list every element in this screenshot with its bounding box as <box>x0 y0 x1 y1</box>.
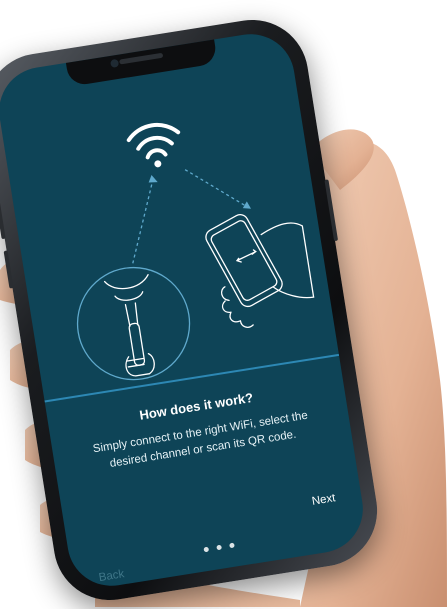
arrow-to-phone <box>184 169 247 208</box>
page-dot[interactable] <box>215 544 222 551</box>
microphone-user-illustration <box>76 266 191 381</box>
page-dot[interactable] <box>228 542 235 549</box>
wifi-icon <box>126 122 181 160</box>
phone-in-hand-illustration <box>205 213 315 328</box>
arrow-to-user <box>131 178 154 266</box>
page-dot[interactable] <box>202 546 209 553</box>
